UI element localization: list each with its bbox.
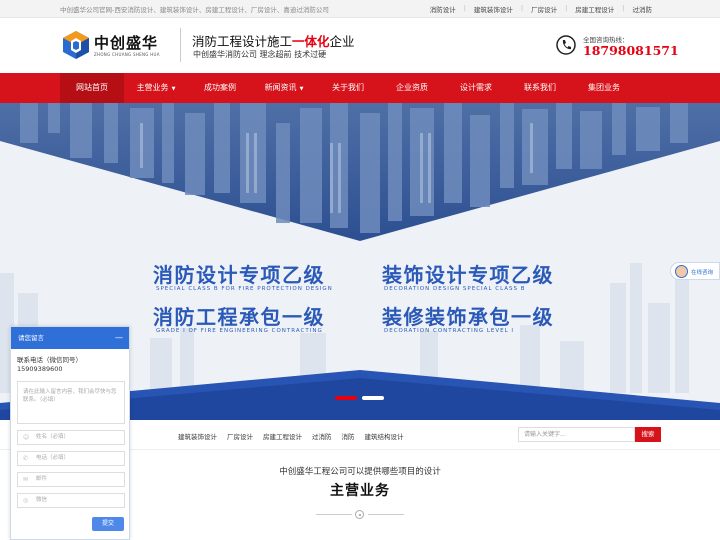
avatar-icon <box>675 265 688 278</box>
slogan-highlight: 一体化 <box>292 34 330 49</box>
nav-item-about[interactable]: 关于我们 <box>316 73 380 103</box>
top-link-fire-acceptance[interactable]: 过消防 <box>625 4 661 14</box>
slide-dot-2[interactable] <box>362 396 384 400</box>
phone-icon <box>556 35 576 55</box>
hot-link[interactable]: 建筑结构设计 <box>365 431 404 441</box>
banner-line-1-en: SPECIAL CLASS B FOR FIRE PROTECTION DESI… <box>156 286 333 292</box>
top-links: 消防设计 | 建筑装饰设计 | 厂房设计 | 房建工程设计 | 过消防 <box>422 4 660 14</box>
brand-name: 中创盛华 <box>94 34 159 52</box>
message-panel-title: 请您留言 <box>18 334 44 342</box>
message-textarea[interactable]: 请在此输入留言内容，我们会尽快与您联系。（必填） <box>17 381 125 424</box>
phone-icon: ✆ <box>23 455 29 462</box>
nav-item-contact[interactable]: 联系我们 <box>508 73 572 103</box>
nav-item-cases[interactable]: 成功案例 <box>188 73 252 103</box>
wechat-field[interactable]: ◎ 微信 <box>17 493 125 508</box>
slide-dot-1[interactable] <box>335 396 357 400</box>
header-slogan: 消防工程设计施工一体化企业 <box>192 34 355 49</box>
nav-item-news[interactable]: 新闻资讯 ▼ <box>252 73 316 103</box>
top-utility-bar: 中创盛华公司官网-西安消防设计、建筑装饰设计、房建工程设计、厂房设计、喜迪过消防… <box>0 0 720 18</box>
nav-item-qualification[interactable]: 企业资质 <box>380 73 444 103</box>
section-divider-right <box>368 514 404 515</box>
chevron-down-icon: ▼ <box>299 86 304 92</box>
banner-line-1: 消防设计专项乙级 <box>153 263 325 287</box>
submit-button[interactable]: 提交 <box>92 517 124 531</box>
minimize-icon[interactable]: — <box>115 327 123 349</box>
banner-line-2: 装饰设计专项乙级 <box>382 263 554 287</box>
hot-link[interactable]: 房建工程设计 <box>263 431 302 441</box>
message-contact: 联系电话（微信同号） 15909389600 <box>17 356 82 373</box>
user-icon: ☺ <box>23 434 30 441</box>
chevron-down-icon: ▼ <box>171 86 176 92</box>
nav-item-business[interactable]: 主营业务 ▼ <box>124 73 188 103</box>
site-intro-text: 中创盛华公司官网-西安消防设计、建筑装饰设计、房建工程设计、厂房设计、喜迪过消防… <box>60 6 329 14</box>
online-consult-button[interactable]: 在线咨询 <box>670 262 720 280</box>
banner-line-4: 装修装饰承包一级 <box>382 305 554 329</box>
section-divider-left <box>316 514 352 515</box>
banner-line-2-en: DECORATION DESIGN SPECIAL CLASS B <box>384 286 526 292</box>
top-link-factory-design[interactable]: 厂房设计 <box>523 4 565 14</box>
brand-name-en: ZHONG CHUANG SHENG HUA <box>94 52 160 57</box>
banner-line-4-en: DECORATION CONTRACTING LEVEL I <box>384 328 515 334</box>
message-panel-header: 请您留言 — <box>11 327 129 349</box>
top-link-housing-design[interactable]: 房建工程设计 <box>567 4 622 14</box>
cube-logo-icon <box>63 31 89 59</box>
nav-item-home[interactable]: 网站首页 <box>60 73 124 103</box>
banner-line-3: 消防工程承包一级 <box>153 305 325 329</box>
search-input[interactable]: 请输入关键字... <box>518 427 635 442</box>
email-field[interactable]: ✉ 邮件 <box>17 472 125 487</box>
name-field[interactable]: ☺ 姓名（必填） <box>17 430 125 445</box>
search-button[interactable]: 搜索 <box>635 427 661 442</box>
main-nav: 网站首页 主营业务 ▼ 成功案例 新闻资讯 ▼ 关于我们 企业资质 设计需求 联系我… <box>0 73 720 103</box>
hot-link[interactable]: 消防 <box>342 431 355 441</box>
site-logo[interactable]: 中创盛华 ZHONG CHUANG SHENG HUA <box>62 28 172 64</box>
wechat-icon: ◎ <box>23 497 29 504</box>
banner-line-3-en: GRADE I OF FIRE ENGINEERING CONTRACTING <box>156 328 323 334</box>
banner-pagination <box>335 396 384 400</box>
hot-link[interactable]: 过消防 <box>312 431 332 441</box>
phone-field[interactable]: ✆ 电话（必填） <box>17 451 125 466</box>
top-link-decoration-design[interactable]: 建筑装饰设计 <box>466 4 521 14</box>
hotline-number[interactable]: 18798081571 <box>583 43 679 58</box>
site-header: 中创盛华 ZHONG CHUANG SHENG HUA 消防工程设计施工一体化企… <box>0 18 720 73</box>
top-link-fire-design[interactable]: 消防设计 <box>422 4 464 14</box>
nav-item-design-request[interactable]: 设计需求 <box>444 73 508 103</box>
message-panel: 请您留言 — 联系电话（微信同号） 15909389600 请在此输入留言内容，… <box>10 326 130 540</box>
header-divider <box>180 28 181 62</box>
hot-link[interactable]: 建筑装饰设计 <box>178 431 217 441</box>
online-consult-label: 在线咨询 <box>691 270 714 276</box>
section-divider-icon <box>355 510 364 519</box>
hot-link[interactable]: 厂房设计 <box>227 431 253 441</box>
nav-item-group[interactable]: 集团业务 <box>572 73 636 103</box>
header-sub-slogan: 中创盛华消防公司 理念超前 技术过硬 <box>193 50 327 59</box>
mail-icon: ✉ <box>23 476 29 483</box>
hot-keywords: 建筑装饰设计 厂房设计 房建工程设计 过消防 消防 建筑结构设计 <box>178 431 404 441</box>
